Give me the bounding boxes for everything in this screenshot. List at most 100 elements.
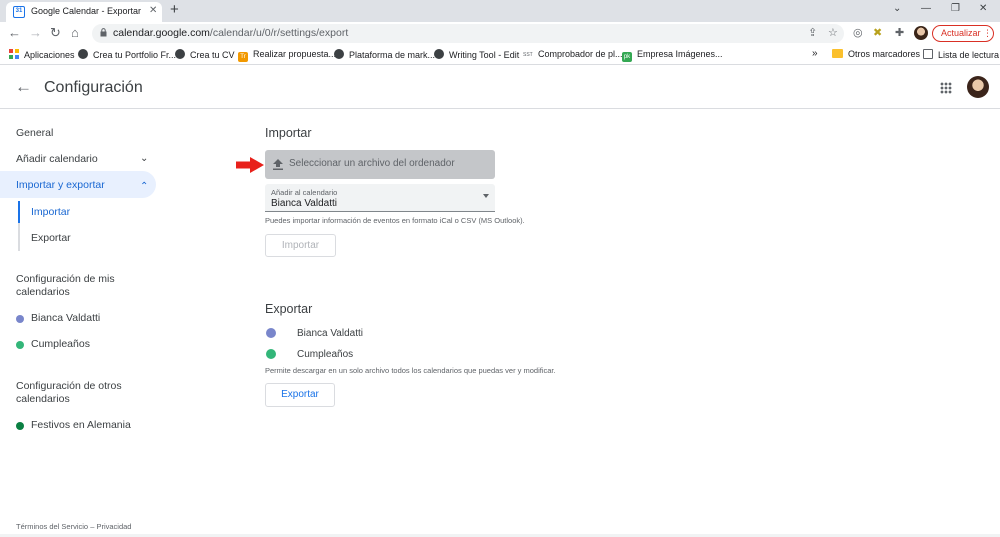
- export-calendar-bianca: Bianca Valdatti: [297, 328, 363, 339]
- export-help-text: Permite descargar en un solo archivo tod…: [265, 366, 556, 375]
- import-button[interactable]: Importar: [265, 234, 336, 257]
- export-calendar-birthdays: Cumpleaños: [297, 349, 354, 360]
- export-button[interactable]: Exportar: [265, 383, 335, 407]
- minimize-icon[interactable]: —: [921, 3, 931, 14]
- sst-icon: SST: [523, 52, 533, 58]
- app-header: ← Configuración: [0, 66, 1000, 109]
- calendar-color-dot: [16, 341, 24, 349]
- update-button[interactable]: Actualizar ⋮: [932, 25, 994, 42]
- reload-icon[interactable]: ↻: [50, 25, 61, 41]
- bookmarks-overflow-icon[interactable]: »: [812, 48, 818, 59]
- select-file-button[interactable]: Seleccionar un archivo del ordenador: [265, 150, 495, 179]
- tab-title: Google Calendar - Exportar e imp: [31, 6, 143, 16]
- bookmark-label: Crea tu CV: [190, 50, 235, 60]
- new-tab-icon[interactable]: +: [170, 1, 179, 18]
- bookmark-label: Aplicaciones: [24, 50, 75, 60]
- bookmark-label: Comprobador de pl...: [538, 49, 623, 59]
- share-icon[interactable]: ⇪: [808, 27, 817, 39]
- green-app-icon: pk: [622, 52, 632, 62]
- upload-icon: [273, 159, 283, 170]
- sidebar-item-import[interactable]: Importar: [31, 206, 70, 218]
- url-host: calendar.google.com: [113, 27, 210, 39]
- forward-icon[interactable]: →: [29, 25, 42, 41]
- url-text: calendar.google.com/calendar/u/0/r/setti…: [113, 27, 348, 39]
- address-bar[interactable]: calendar.google.com/calendar/u/0/r/setti…: [92, 24, 844, 43]
- calendar-color-dot: [16, 422, 24, 430]
- my-calendars-heading-line1: Configuración de mis: [16, 273, 115, 285]
- bookmark-star-icon[interactable]: ☆: [828, 27, 838, 39]
- page-title: Configuración: [44, 79, 143, 96]
- close-tab-icon[interactable]: ✕: [149, 5, 157, 16]
- account-avatar[interactable]: [967, 76, 989, 98]
- globe-icon: [175, 49, 185, 59]
- globe-icon: [334, 49, 344, 59]
- sidebar-item-export[interactable]: Exportar: [31, 232, 71, 244]
- bookmark-marketing[interactable]: Plataforma de mark...: [334, 49, 435, 60]
- sidebar-calendar-bianca[interactable]: Bianca Valdatti: [31, 312, 100, 324]
- globe-icon: [78, 49, 88, 59]
- reading-list-icon: [923, 49, 933, 59]
- target-calendar-select[interactable]: Añadir al calendario Bianca Valdatti: [265, 184, 495, 212]
- back-icon[interactable]: ←: [8, 25, 21, 41]
- bookmark-label: Lista de lectura: [938, 50, 1000, 60]
- select-file-label: Seleccionar un archivo del ordenador: [289, 158, 455, 169]
- dropdown-caret-icon: [483, 194, 489, 198]
- bookmark-cv[interactable]: Crea tu CV: [175, 49, 235, 60]
- reading-list[interactable]: Lista de lectura: [923, 49, 999, 60]
- profile-avatar-small[interactable]: [914, 26, 928, 40]
- subnav-active-marker: [18, 201, 20, 223]
- calendar-color-dot: [16, 315, 24, 323]
- apps-grid-icon: [9, 49, 19, 59]
- sidebar-calendar-holidays[interactable]: Festivos en Alemania: [31, 419, 131, 431]
- sidebar-calendar-birthdays[interactable]: Cumpleaños: [31, 338, 90, 350]
- extension-circle-icon[interactable]: ◎: [853, 27, 863, 39]
- sidebar-item-general[interactable]: General: [16, 127, 53, 139]
- chevron-up-icon[interactable]: ⌃: [140, 181, 148, 192]
- folder-icon: [832, 49, 843, 58]
- restore-icon[interactable]: ❐: [951, 3, 960, 14]
- select-floating-label: Añadir al calendario: [271, 188, 338, 197]
- lock-icon: [100, 28, 107, 37]
- my-calendars-heading-line2: calendarios: [16, 286, 70, 298]
- home-icon[interactable]: ⌂: [71, 25, 79, 41]
- bookmark-plagio[interactable]: SST Comprobador de pl...: [523, 49, 623, 59]
- bookmark-label: Writing Tool - Edit: [449, 50, 520, 60]
- bookmark-other-folder[interactable]: Otros marcadores: [832, 49, 920, 59]
- calendar-color-dot: [266, 328, 276, 338]
- bookmarks-bar: Aplicaciones Crea tu Portfolio Fr... Cre…: [0, 45, 1000, 65]
- calendar-favicon-icon: 31: [13, 6, 25, 18]
- import-help-text: Puedes importar información de eventos e…: [265, 216, 525, 225]
- bookmark-label: Otros marcadores: [848, 49, 921, 59]
- url-path: /calendar/u/0/r/settings/export: [209, 27, 349, 39]
- sidebar-item-add-calendar[interactable]: Añadir calendario: [16, 153, 98, 165]
- bookmark-label: Plataforma de mark...: [349, 50, 436, 60]
- bookmark-portfolio[interactable]: Crea tu Portfolio Fr...: [78, 49, 176, 60]
- bookmark-apps[interactable]: Aplicaciones: [9, 49, 75, 60]
- orange-app-icon: Tr: [238, 52, 248, 62]
- tab-strip: 31 Google Calendar - Exportar e imp ✕ + …: [0, 0, 1000, 22]
- extension-x-icon[interactable]: ✖: [873, 27, 882, 39]
- back-arrow-icon[interactable]: ←: [15, 77, 32, 97]
- google-apps-icon[interactable]: [940, 82, 952, 94]
- footer-links[interactable]: Términos del Servicio – Privacidad: [16, 522, 131, 531]
- browser-tab[interactable]: 31 Google Calendar - Exportar e imp ✕: [6, 2, 162, 22]
- close-window-icon[interactable]: ✕: [979, 3, 987, 14]
- browser-toolbar: ← → ↻ ⌂ calendar.google.com/calendar/u/0…: [0, 22, 1000, 45]
- menu-dots-icon: ⋮: [983, 28, 993, 38]
- chevron-down-icon[interactable]: ⌄: [140, 153, 148, 164]
- sidebar-item-import-export[interactable]: Importar y exportar: [16, 179, 105, 191]
- export-section-title: Exportar: [265, 302, 313, 316]
- bookmark-writing-tool[interactable]: Writing Tool - Edit: [434, 49, 519, 60]
- tab-search-chevron-icon[interactable]: ⌄: [893, 3, 901, 14]
- bookmark-label: Crea tu Portfolio Fr...: [93, 50, 177, 60]
- annotation-arrow-icon: [236, 157, 264, 173]
- import-section-title: Importar: [265, 126, 312, 140]
- bookmark-imagenes[interactable]: pk Empresa Imágenes...: [622, 49, 723, 62]
- globe-icon: [434, 49, 444, 59]
- update-label: Actualizar: [941, 28, 981, 38]
- other-calendars-heading-line1: Configuración de otros: [16, 380, 122, 392]
- select-current-value: Bianca Valdatti: [271, 198, 337, 209]
- bookmark-propuesta[interactable]: Tr Realizar propuesta...: [238, 49, 336, 62]
- extensions-puzzle-icon[interactable]: ✚: [895, 27, 904, 39]
- bookmark-label: Empresa Imágenes...: [637, 49, 723, 59]
